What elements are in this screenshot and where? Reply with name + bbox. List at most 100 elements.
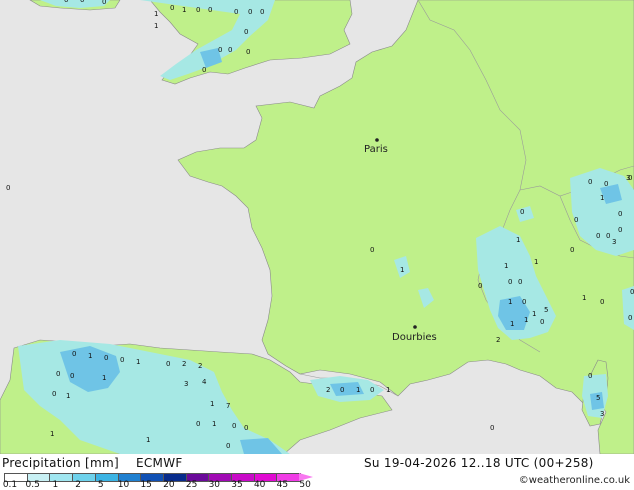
precip-value-label: 0 (606, 232, 610, 240)
precip-value-label: 1 (182, 6, 186, 14)
legend-tick-label: 10 (117, 480, 130, 490)
precipitation-map[interactable]: 0 0 010 1 0 0 0 0 0010 0 00001000 00010 001 10 0 01 021 0… (0, 0, 634, 454)
precip-value-label: 0 (518, 278, 522, 286)
precip-value-label: 0 (628, 314, 632, 322)
precip-value-label: 0 (218, 46, 222, 54)
precip-value-label: 0 (630, 288, 634, 296)
legend-tick-label: 15 (140, 480, 152, 490)
precip-value-label: 1 (504, 262, 508, 270)
precip-value-label: 1 (516, 236, 520, 244)
precip-value-label: 0 (56, 370, 60, 378)
precip-value-label: 0 (522, 298, 526, 306)
precip-value-label: 3 (184, 380, 188, 388)
precip-value-label: 0 (478, 282, 482, 290)
precip-value-label: 2 (326, 386, 330, 394)
legend-tick-label: 5 (97, 480, 104, 490)
precip-value-label: 0 (228, 46, 232, 54)
weather-map-view: 0001010000001000000100000010001100010210… (0, 0, 634, 490)
precip-value-label: 1 (66, 392, 70, 400)
precip-value-label: 0 (170, 4, 174, 12)
precip-value-label: 0 (244, 424, 248, 432)
precip-value-label: 0 (80, 0, 84, 4)
precip-value-label: 0 (104, 354, 108, 362)
precip-value-label: 3 (626, 174, 630, 182)
precip-value-label: 0 (596, 232, 600, 240)
legend-tick-label: 0.1 (2, 480, 18, 490)
precip-value-label: 5 (596, 394, 600, 402)
precip-value-label: 1 (50, 430, 54, 438)
precip-value-label: 0 (340, 386, 344, 394)
precip-value-label: 0 (166, 360, 170, 368)
precip-value-label: 0 (588, 372, 592, 380)
precip-value-label: 0 (618, 210, 622, 218)
legend-tick-label: 20 (163, 480, 175, 490)
city-dot-icon (413, 325, 417, 329)
precip-value-label: 0 (208, 6, 212, 14)
precip-value-label: 1 (534, 258, 538, 266)
precip-value-label: 0 (6, 184, 10, 192)
precip-value-label: 0 (508, 278, 512, 286)
precip-value-label: 1 (356, 386, 360, 394)
precip-value-label: 0 (226, 442, 230, 450)
precip-value-label: 0 (64, 0, 68, 4)
precip-value-label: 1 (386, 386, 390, 394)
legend-title: Precipitation [mm] (2, 456, 119, 470)
precip-value-label: 0 (600, 298, 604, 306)
precip-value-label: 0 (120, 356, 124, 364)
legend-model: ECMWF (136, 456, 183, 470)
legend-tick-label: 2 (75, 480, 81, 490)
legend-panel: Precipitation [mm] ECMWF Su 19-04-2026 1… (0, 454, 634, 490)
legend-tick-label: 0.5 (25, 480, 40, 490)
precip-value-label: 2 (198, 362, 202, 370)
legend-tick-label: 40 (253, 480, 266, 490)
precip-value-label: 1 (508, 298, 512, 306)
precip-value-label: 1 (212, 420, 216, 428)
legend-tick-label: 1 (52, 480, 59, 490)
precip-value-label: 2 (496, 336, 500, 344)
place-label-paris: Paris (364, 144, 388, 155)
legend-tick-label: 45 (276, 480, 289, 490)
precip-value-label: 0 (234, 8, 238, 16)
precip-value-label: 0 (570, 246, 574, 254)
precip-value-label: 0 (102, 0, 106, 6)
precip-value-label: 0 (70, 372, 74, 380)
precip-value-label: 0 (370, 246, 374, 254)
city-dot-icon (375, 138, 379, 142)
legend-datetime: Su 19-04-2026 12..18 UTC (00+258) (364, 456, 594, 470)
place-label-dourbies: Dourbies (392, 332, 437, 343)
precip-value-label: 2 (182, 360, 186, 368)
precip-value-label: 0 (248, 8, 252, 16)
precip-value-label: 1 (210, 400, 214, 408)
precip-value-label: 4 (202, 378, 207, 386)
legend-credit[interactable]: ©weatheronline.co.uk (519, 475, 630, 486)
precip-value-label: 1 (154, 10, 158, 18)
precip-value-label: 0 (232, 422, 236, 430)
precip-value-label: 0 (196, 6, 200, 14)
precip-value-label: 3 (600, 410, 604, 418)
precip-value-label: 0 (72, 350, 76, 358)
precip-value-label: 0 (370, 386, 374, 394)
precip-value-label: 1 (88, 352, 92, 360)
precip-value-label: 5 (544, 306, 548, 314)
precip-value-label: 1 (400, 266, 404, 274)
precip-value-label: 7 (226, 402, 230, 410)
legend-tick-label: 30 (208, 480, 221, 490)
legend-tick-label: 25 (185, 480, 198, 490)
precip-value-label: 0 (52, 390, 56, 398)
precip-value-label: 0 (604, 180, 608, 188)
precip-value-label: 1 (146, 436, 150, 444)
precip-value-label: 0 (520, 208, 524, 216)
precip-value-label: 1 (136, 358, 140, 366)
precip-value-label: 1 (510, 320, 514, 328)
precip-value-label: 0 (574, 216, 578, 224)
precip-value-label: 1 (582, 294, 586, 302)
precip-value-label: 0 (588, 178, 592, 186)
precip-value-label: 0 (196, 420, 200, 428)
precip-value-label: 0 (490, 424, 494, 432)
legend-tick-label: 50 (299, 480, 311, 490)
precip-value-label: 3 (612, 238, 616, 246)
precip-value-label: 0 (260, 8, 264, 16)
legend-tick-label: 35 (231, 480, 243, 490)
precip-value-label: 1 (524, 316, 528, 324)
precip-value-label: 0 (244, 28, 248, 36)
